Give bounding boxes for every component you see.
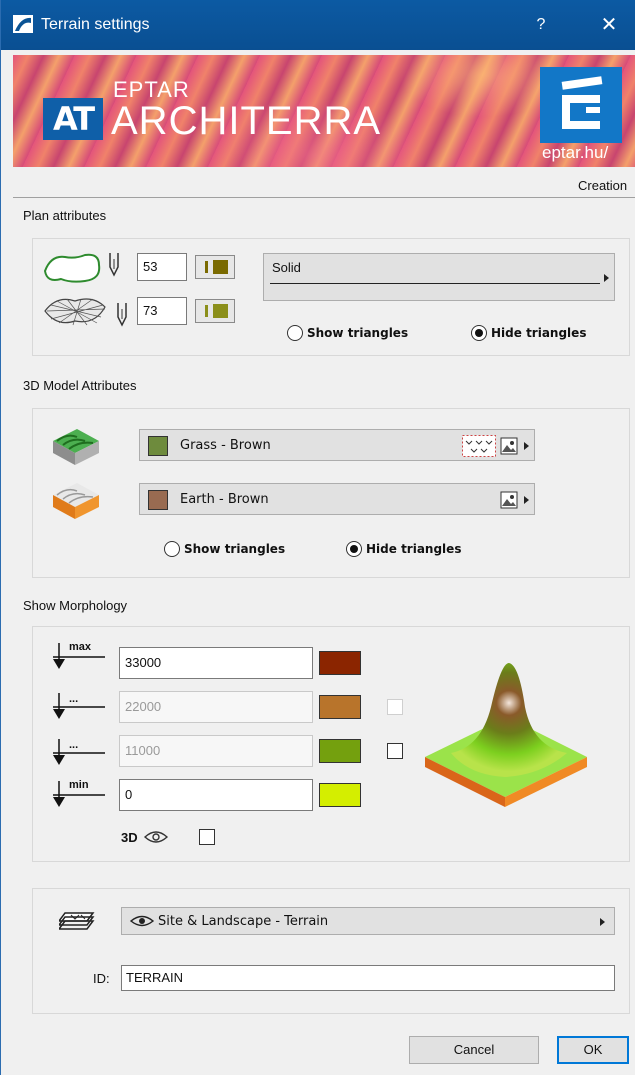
architerra-banner: AT EPTAR ARCHITERRA eptar.hu/ (13, 55, 635, 167)
model-show-triangles-label: Show triangles (184, 542, 286, 556)
model-3d-panel: Grass - Brown Earth - Brown Show triangl… (32, 408, 630, 578)
eye-icon (130, 915, 154, 927)
min-level-input[interactable]: 0 (119, 779, 313, 811)
plan-attributes-panel: 53 73 Solid Show triangles Hide triangle… (32, 238, 630, 356)
pen-color-swatch (213, 304, 228, 318)
side-material-name: Earth - Brown (180, 492, 269, 507)
mid-tag: ... (69, 739, 79, 751)
image-browse-icon (500, 437, 518, 455)
chevron-right-icon (600, 918, 605, 926)
mid-level-icon (53, 739, 105, 765)
contour-pen-input[interactable]: 53 (137, 253, 187, 281)
architerra-logo-icon: AT (43, 98, 103, 140)
plan-show-triangles-radio[interactable] (287, 325, 303, 341)
ok-button[interactable]: OK (557, 1036, 629, 1064)
side-material-swatch (148, 490, 168, 510)
id-label: ID: (93, 971, 110, 986)
tab-creation[interactable]: Creation (578, 178, 627, 193)
mesh-surface-icon (44, 298, 106, 326)
plan-hide-triangles-label: Hide triangles (491, 326, 587, 340)
plan-show-triangles-label: Show triangles (307, 326, 409, 340)
chevron-right-icon (524, 442, 529, 450)
layer-name: Site & Landscape - Terrain (158, 914, 329, 929)
level-3-checkbox[interactable] (387, 743, 403, 759)
contour-pen-color-button[interactable] (195, 255, 235, 279)
mesh-pen-color-button[interactable] (195, 299, 235, 323)
side-material-popup[interactable]: Earth - Brown (139, 483, 535, 515)
top-material-swatch (148, 436, 168, 456)
pen-icon (117, 303, 127, 327)
mid-level-icon (53, 693, 105, 719)
layer-stack-icon (59, 912, 95, 930)
terrain-hill-preview-icon (425, 663, 587, 807)
layer-popup[interactable]: Site & Landscape - Terrain (121, 907, 615, 935)
model-hide-triangles-radio[interactable] (346, 541, 362, 557)
model-show-triangles-radio[interactable] (164, 541, 180, 557)
max-level-input[interactable]: 33000 (119, 647, 313, 679)
pen-color-swatch (213, 260, 228, 274)
level-3-input[interactable]: 11000 (119, 735, 313, 767)
min-level-color[interactable] (319, 783, 361, 807)
plan-attributes-heading: Plan attributes (23, 208, 107, 223)
eptar-link[interactable]: eptar.hu/ (542, 143, 608, 163)
mesh-pen-input[interactable]: 73 (137, 297, 187, 325)
morphology-panel: max 33000 ... 22000 ... 11000 min 0 3D (32, 626, 630, 862)
view-3d-label: 3D (121, 830, 138, 845)
tab-divider (13, 197, 635, 198)
chevron-right-icon (524, 496, 529, 504)
min-tag: min (69, 779, 89, 791)
line-type-label: Solid (272, 260, 301, 275)
model-3d-heading: 3D Model Attributes (23, 378, 137, 393)
max-tag: max (69, 641, 92, 653)
eye-icon (143, 831, 169, 843)
archicad-icon (13, 15, 33, 33)
model-hide-triangles-label: Hide triangles (366, 542, 462, 556)
pen-bar-icon (205, 261, 208, 273)
chevron-right-icon (604, 274, 609, 282)
top-surface-icon (53, 429, 99, 465)
eptar-logo-icon (540, 67, 622, 143)
close-button[interactable]: ✕ (595, 12, 623, 38)
layer-panel: Site & Landscape - Terrain ID: TERRAIN (32, 888, 630, 1014)
max-level-color[interactable] (319, 651, 361, 675)
title-bar: Terrain settings ? ✕ (1, 0, 635, 50)
view-3d-checkbox[interactable] (199, 829, 215, 845)
plan-hide-triangles-radio[interactable] (471, 325, 487, 341)
id-input[interactable]: TERRAIN (121, 965, 615, 991)
top-material-name: Grass - Brown (180, 438, 271, 453)
window-title: Terrain settings (41, 16, 150, 33)
morphology-heading: Show Morphology (23, 598, 128, 613)
top-material-popup[interactable]: Grass - Brown (139, 429, 535, 461)
contour-outline-icon (43, 253, 101, 283)
image-browse-icon (500, 491, 518, 509)
cancel-button[interactable]: Cancel (409, 1036, 539, 1064)
level-2-input[interactable]: 22000 (119, 691, 313, 723)
mid-tag: ... (69, 693, 79, 705)
level-3-color[interactable] (319, 739, 361, 763)
line-type-preview (270, 283, 600, 284)
side-surface-icon (53, 483, 99, 519)
brand-big: ARCHITERRA (111, 99, 382, 143)
grass-texture-icon (462, 435, 496, 457)
level-2-checkbox[interactable] (387, 699, 403, 715)
terrain-settings-dialog: Terrain settings ? ✕ AT EPTAR ARCHITERRA… (0, 0, 635, 1075)
line-type-popup[interactable]: Solid (263, 253, 615, 301)
pen-icon (109, 253, 119, 277)
help-button[interactable]: ? (529, 12, 553, 38)
pen-bar-icon (205, 305, 208, 317)
level-2-color[interactable] (319, 695, 361, 719)
